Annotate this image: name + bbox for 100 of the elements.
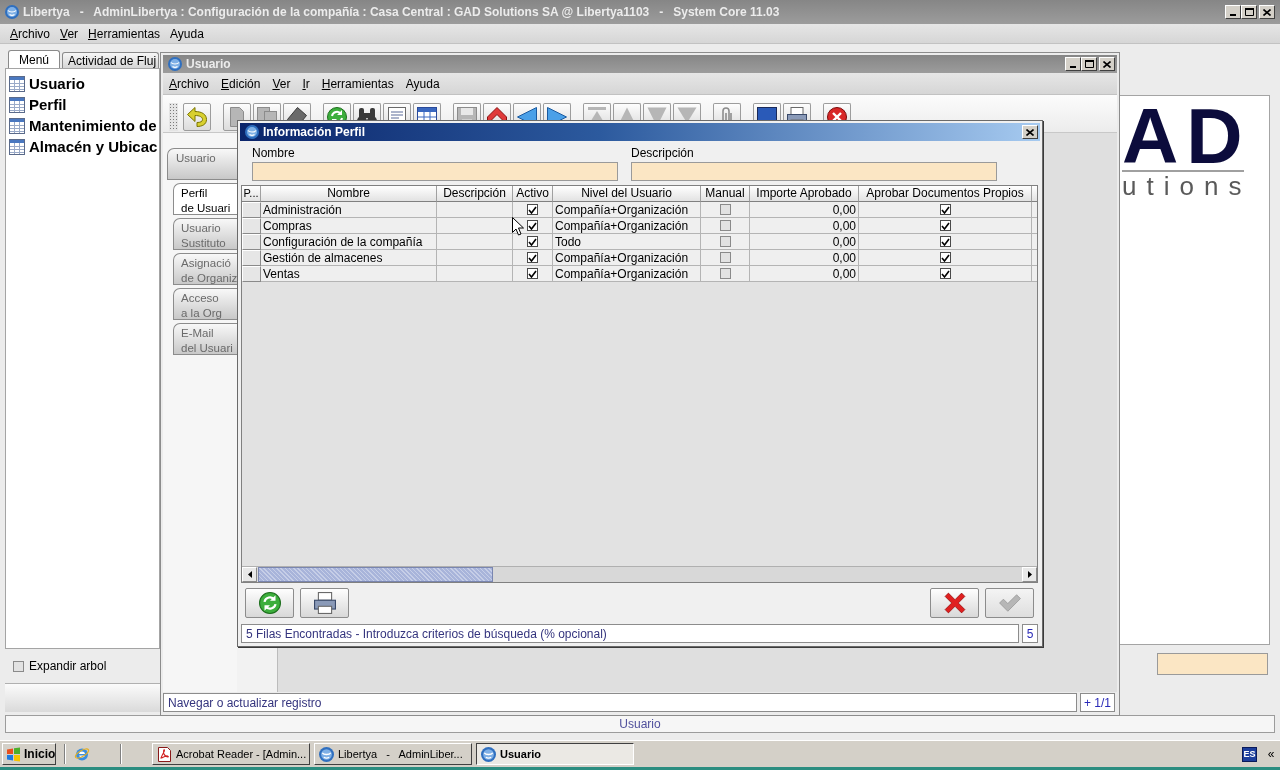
row-header-cell[interactable] bbox=[242, 234, 261, 250]
scrollbar-thumb[interactable] bbox=[258, 567, 493, 582]
tab[interactable]: Acceso a la Org bbox=[173, 288, 237, 320]
checkbox[interactable] bbox=[527, 252, 538, 263]
app-globe-icon bbox=[5, 5, 19, 19]
toolbar-button[interactable] bbox=[283, 103, 311, 120]
menu-item[interactable]: Archivo bbox=[5, 24, 56, 43]
browser-icon[interactable] bbox=[74, 746, 90, 762]
maximize-button[interactable] bbox=[1241, 5, 1257, 19]
maximize-button[interactable] bbox=[1081, 57, 1097, 71]
menu-item[interactable]: Ayuda bbox=[399, 74, 446, 93]
toolbar-button[interactable] bbox=[783, 103, 811, 120]
checkbox[interactable] bbox=[527, 220, 538, 231]
menu-item[interactable]: Herramientas bbox=[315, 74, 400, 93]
field-label: Nombre bbox=[252, 146, 296, 160]
close-button[interactable] bbox=[1022, 125, 1038, 139]
refresh-button[interactable] bbox=[245, 588, 294, 618]
checkbox[interactable] bbox=[527, 268, 538, 279]
menu-item[interactable]: Ver bbox=[55, 24, 84, 43]
toolbar-button[interactable] bbox=[823, 103, 851, 120]
close-button[interactable] bbox=[1099, 57, 1115, 71]
tree-item[interactable]: Mantenimiento de bbox=[9, 115, 157, 136]
taskbar-button[interactable]: Usuario bbox=[476, 743, 634, 765]
menu-item[interactable]: Archivo bbox=[163, 74, 216, 93]
table-cell: Todo bbox=[553, 234, 701, 250]
checkbox[interactable] bbox=[939, 268, 951, 279]
tree-item[interactable]: Almacén y Ubicac bbox=[9, 136, 158, 157]
checkbox[interactable] bbox=[719, 268, 731, 279]
minimize-button[interactable] bbox=[1065, 57, 1081, 71]
toolbar-button[interactable] bbox=[353, 103, 381, 120]
column-header[interactable]: Activo bbox=[513, 186, 553, 202]
checkbox[interactable] bbox=[527, 236, 538, 247]
column-header[interactable]: Descripción bbox=[437, 186, 513, 202]
app-globe-icon bbox=[168, 57, 182, 71]
print-button[interactable] bbox=[300, 588, 349, 618]
tab[interactable]: E-Mail del Usuari bbox=[173, 323, 237, 355]
tab[interactable]: Actividad de Fluj bbox=[62, 52, 160, 68]
toolbar-button[interactable] bbox=[483, 103, 511, 120]
start-button[interactable]: Inicio bbox=[2, 743, 56, 765]
checkbox[interactable] bbox=[527, 204, 538, 215]
tab[interactable]: Asignació de Organiz bbox=[173, 253, 237, 285]
checkbox[interactable] bbox=[939, 236, 951, 247]
tree-item[interactable]: Usuario bbox=[9, 73, 85, 94]
table-cell: Compañía+Organización bbox=[553, 266, 701, 282]
checkbox[interactable] bbox=[13, 660, 24, 672]
table-cell: 0,00 bbox=[750, 266, 859, 282]
language-indicator[interactable]: ES bbox=[1242, 746, 1257, 762]
toolbar-button[interactable] bbox=[513, 103, 541, 120]
grip-handle[interactable] bbox=[169, 103, 178, 131]
checkbox-label: Expandir arbol bbox=[29, 659, 107, 673]
row-header-cell[interactable] bbox=[242, 202, 261, 218]
column-header[interactable]: P... bbox=[242, 186, 261, 202]
menu-item[interactable]: Herramientas bbox=[83, 24, 166, 43]
menu-item[interactable]: Edición bbox=[215, 74, 267, 93]
checkbox[interactable] bbox=[939, 220, 951, 231]
column-header[interactable]: Manual bbox=[701, 186, 750, 202]
maximize-icon bbox=[1244, 8, 1254, 16]
scroll-left-button[interactable] bbox=[242, 567, 257, 582]
toolbar-button[interactable] bbox=[753, 103, 781, 120]
minimize-button[interactable] bbox=[1225, 5, 1241, 19]
table-cell: 0,00 bbox=[750, 234, 859, 250]
column-header[interactable]: Importe Aprobado bbox=[750, 186, 859, 202]
tab[interactable]: Usuario Sustituto bbox=[173, 218, 237, 250]
cross-icon bbox=[943, 592, 966, 614]
tab[interactable]: Perfil de Usuari bbox=[173, 183, 237, 215]
checkbox[interactable] bbox=[719, 252, 731, 263]
menu-item[interactable]: Ir bbox=[296, 74, 316, 93]
printer-icon bbox=[313, 592, 336, 614]
checkbox[interactable] bbox=[719, 236, 731, 247]
scroll-right-button[interactable] bbox=[1022, 567, 1037, 582]
column-header[interactable]: Nivel del Usuario bbox=[553, 186, 701, 202]
column-header[interactable]: Nombre bbox=[261, 186, 437, 202]
toolbar-button[interactable] bbox=[543, 103, 571, 120]
toolbar-button[interactable] bbox=[413, 103, 441, 120]
status-text: 5 Filas Encontradas - Introduzca criterios de búsqueda (% opcional) bbox=[246, 626, 607, 641]
right-arrow-icon bbox=[547, 107, 567, 120]
row-header-cell[interactable] bbox=[242, 250, 261, 266]
taskbar-button[interactable]: Acrobat Reader - [Admin... bbox=[152, 743, 310, 765]
column-header[interactable]: Aprobar Documentos Propios bbox=[859, 186, 1032, 202]
row-header-cell[interactable] bbox=[242, 218, 261, 234]
tab[interactable]: Usuario bbox=[167, 148, 237, 180]
input-field[interactable] bbox=[1157, 653, 1268, 675]
tree-item[interactable]: Perfil bbox=[9, 94, 67, 115]
menu-item[interactable]: Ayuda bbox=[165, 24, 209, 43]
close-button[interactable] bbox=[1259, 5, 1275, 19]
menu-item[interactable]: Ver bbox=[266, 74, 297, 93]
checkbox[interactable] bbox=[719, 204, 731, 215]
tab[interactable]: Menú bbox=[8, 50, 61, 68]
input-field[interactable] bbox=[252, 162, 618, 181]
cancel-button[interactable] bbox=[930, 588, 979, 618]
taskbar-button[interactable]: Libertya - AdminLiber... bbox=[314, 743, 472, 765]
row-header-cell[interactable] bbox=[242, 266, 261, 282]
logo-text: AD bbox=[1122, 102, 1251, 170]
app-globe-icon bbox=[481, 746, 496, 762]
window-title: Información Perfil bbox=[263, 125, 367, 139]
checkbox[interactable] bbox=[719, 220, 731, 231]
table-icon bbox=[9, 138, 25, 155]
input-field[interactable] bbox=[631, 162, 997, 181]
checkbox[interactable] bbox=[939, 252, 951, 263]
checkbox[interactable] bbox=[939, 204, 951, 215]
